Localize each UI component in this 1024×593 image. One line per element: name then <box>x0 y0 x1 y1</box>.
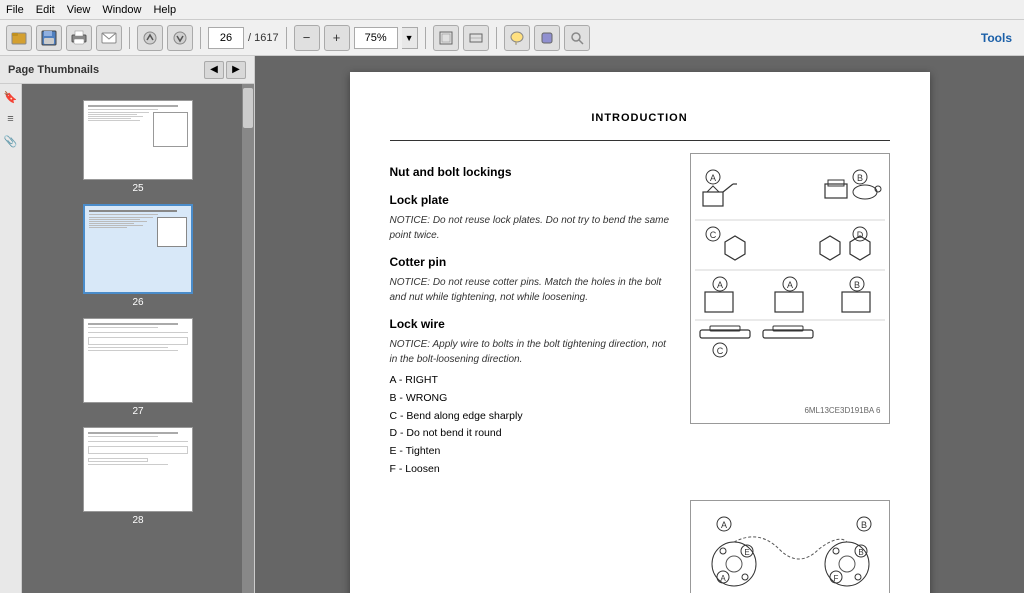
thumbnail-container: 25 <box>26 92 250 534</box>
thumb-label-25: 25 <box>132 183 143 194</box>
panel-icons: 🔖 ≡ 📎 <box>0 84 22 593</box>
heading-lock-wire: Lock wire <box>390 315 674 333</box>
layers-icon-btn[interactable]: ≡ <box>2 110 20 128</box>
nav-down-button[interactable] <box>167 25 193 51</box>
page-input[interactable] <box>208 27 244 49</box>
save-button[interactable] <box>36 25 62 51</box>
figure-box-2: A B E A <box>690 500 890 593</box>
pdf-page: INTRODUCTION Nut and bolt lockings Lock … <box>350 72 930 593</box>
sidebar-nav-prev[interactable]: ◀ <box>204 61 224 79</box>
menu-bar: File Edit View Window Help <box>0 0 1024 20</box>
svg-text:B: B <box>856 173 862 183</box>
list-item-c: C - Bend along edge sharply <box>390 409 674 425</box>
sidebar-thumbnails: 25 <box>22 84 254 593</box>
figure-caption-1: 6ML13CE3D191BA 6 <box>699 406 881 415</box>
sidebar: Page Thumbnails ◀ ▶ 🔖 ≡ 📎 <box>0 56 255 593</box>
fit-width-button[interactable] <box>463 25 489 51</box>
fit-page-button[interactable] <box>433 25 459 51</box>
separator-3 <box>286 27 287 49</box>
menu-edit[interactable]: Edit <box>36 4 55 16</box>
zoom-in-icon: + <box>333 30 341 45</box>
svg-text:A: A <box>720 574 726 583</box>
pdf-area[interactable]: INTRODUCTION Nut and bolt lockings Lock … <box>255 56 1024 593</box>
heading-nut-bolt: Nut and bolt lockings <box>390 163 674 181</box>
thumbnail-25[interactable]: 25 <box>83 100 193 194</box>
notice-lock-plate: NOTICE: Do not reuse lock plates. Do not… <box>390 213 674 243</box>
nav-up-button[interactable] <box>137 25 163 51</box>
svg-text:A: A <box>720 520 726 530</box>
menu-file[interactable]: File <box>6 4 24 16</box>
menu-help[interactable]: Help <box>153 4 176 16</box>
search-button[interactable] <box>564 25 590 51</box>
zoom-input[interactable] <box>354 27 398 49</box>
thumb-label-27: 27 <box>132 406 143 417</box>
sidebar-header: Page Thumbnails ◀ ▶ <box>0 56 254 84</box>
comment-button[interactable] <box>504 25 530 51</box>
figure-svg-1: A B <box>695 162 885 402</box>
menu-view[interactable]: View <box>67 4 91 16</box>
heading-cotter-pin: Cotter pin <box>390 253 674 271</box>
figure-box-1: A B <box>690 153 890 424</box>
notice-lock-wire: NOTICE: Apply wire to bolts in the bolt … <box>390 337 674 367</box>
svg-text:D: D <box>856 230 863 240</box>
zoom-dropdown[interactable]: ▼ <box>402 27 418 49</box>
svg-text:C: C <box>709 230 716 240</box>
list-item-b: B - WRONG <box>390 391 674 407</box>
separator-5 <box>496 27 497 49</box>
thumbnail-28[interactable]: 28 <box>83 427 193 526</box>
zoom-out-icon: − <box>303 30 311 45</box>
email-button[interactable] <box>96 25 122 51</box>
page-title: INTRODUCTION <box>390 112 890 124</box>
tools-button[interactable]: Tools <box>975 31 1018 45</box>
list-item-d: D - Do not bend it round <box>390 426 674 442</box>
thumbnail-27[interactable]: 27 <box>83 318 193 417</box>
svg-text:B: B <box>860 520 866 530</box>
figure-svg-2: A B E A <box>699 509 889 593</box>
notice-cotter-pin: NOTICE: Do not reuse cotter pins. Match … <box>390 275 674 305</box>
main-layout: Page Thumbnails ◀ ▶ 🔖 ≡ 📎 <box>0 56 1024 593</box>
svg-text:A: A <box>786 280 792 290</box>
sidebar-nav-next[interactable]: ▶ <box>226 61 246 79</box>
toolbar: / 1617 − + ▼ Tools <box>0 20 1024 56</box>
sidebar-nav-btns: ◀ ▶ <box>204 61 246 79</box>
svg-text:A: A <box>716 280 722 290</box>
page-text: Nut and bolt lockings Lock plate NOTICE:… <box>390 153 674 480</box>
svg-text:E: E <box>744 548 749 557</box>
svg-text:F: F <box>833 574 838 583</box>
svg-text:B: B <box>858 548 863 557</box>
stamp-button[interactable] <box>534 25 560 51</box>
svg-text:B: B <box>853 280 859 290</box>
svg-text:A: A <box>709 173 715 183</box>
bookmark-icon-btn[interactable]: 🔖 <box>2 88 20 106</box>
separator-1 <box>129 27 130 49</box>
list-item-a: A - RIGHT <box>390 373 674 389</box>
zoom-in-button[interactable]: + <box>324 25 350 51</box>
open-button[interactable] <box>6 25 32 51</box>
separator-4 <box>425 27 426 49</box>
thumb-label-26: 26 <box>132 297 143 308</box>
print-button[interactable] <box>66 25 92 51</box>
attach-icon-btn[interactable]: 📎 <box>2 132 20 150</box>
thumbnail-26[interactable]: 26 <box>83 204 193 308</box>
page-content: Nut and bolt lockings Lock plate NOTICE:… <box>390 153 890 480</box>
sidebar-next-icon: ▶ <box>232 64 240 75</box>
page-figure: A B <box>690 153 890 480</box>
figure-2-container: A B E A <box>390 492 890 593</box>
svg-text:C: C <box>716 346 723 356</box>
sidebar-title: Page Thumbnails <box>8 64 99 76</box>
list-item-e: E - Tighten <box>390 444 674 460</box>
page-total: / 1617 <box>248 32 279 44</box>
menu-window[interactable]: Window <box>102 4 141 16</box>
sidebar-prev-icon: ◀ <box>210 64 218 75</box>
thumb-label-28: 28 <box>132 515 143 526</box>
zoom-out-button[interactable]: − <box>294 25 320 51</box>
separator-2 <box>200 27 201 49</box>
list-item-f: F - Loosen <box>390 462 674 478</box>
heading-lock-plate: Lock plate <box>390 191 674 209</box>
